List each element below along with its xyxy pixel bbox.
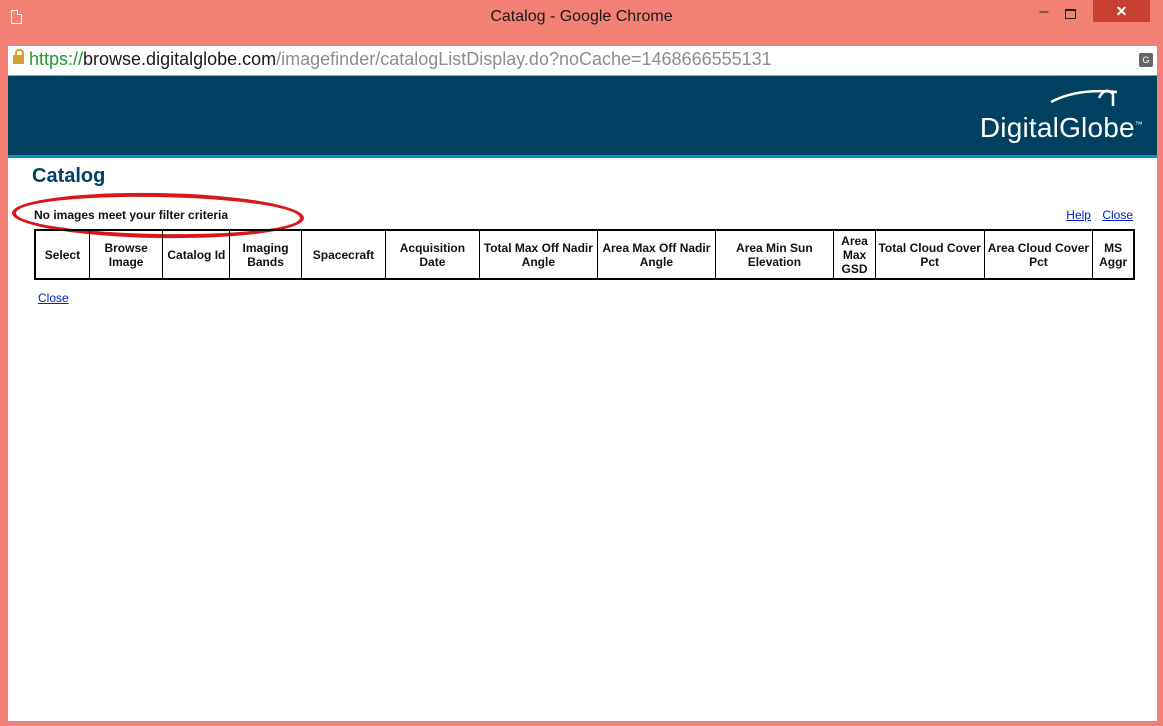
table-header-row: Select Browse Image Catalog Id Imaging B… xyxy=(34,229,1135,280)
column-header-total-max-off-nadir-angle[interactable]: Total Max Off Nadir Angle xyxy=(478,229,599,280)
column-header-spacecraft[interactable]: Spacecraft xyxy=(300,229,387,280)
bottom-close-link[interactable]: Close xyxy=(38,291,69,305)
column-header-imaging-bands[interactable]: Imaging Bands xyxy=(229,229,302,280)
close-link[interactable]: Close xyxy=(1102,208,1133,222)
column-header-ms-aggr[interactable]: MS Aggr xyxy=(1092,229,1135,280)
top-links: Help Close xyxy=(1058,208,1133,222)
column-header-area-max-gsd[interactable]: Area Max GSD xyxy=(833,229,876,280)
window-titlebar: Catalog - Google Chrome – ✕ xyxy=(0,0,1163,38)
column-header-area-max-off-nadir-angle[interactable]: Area Max Off Nadir Angle xyxy=(597,229,716,280)
column-header-total-cloud-cover-pct[interactable]: Total Cloud Cover Pct xyxy=(874,229,985,280)
site-banner: DigitalGlobe™ xyxy=(8,76,1157,158)
minimize-button[interactable]: – xyxy=(1032,0,1056,28)
logo-swoosh-icon xyxy=(1050,89,1118,106)
column-header-area-min-sun-elevation[interactable]: Area Min Sun Elevation xyxy=(714,229,835,280)
column-header-area-cloud-cover-pct[interactable]: Area Cloud Cover Pct xyxy=(983,229,1094,280)
help-link[interactable]: Help xyxy=(1066,208,1091,222)
url-scheme: https:// xyxy=(29,49,84,69)
translate-icon[interactable]: G xyxy=(1139,53,1153,67)
digitalglobe-logo: DigitalGlobe™ xyxy=(979,112,1143,143)
maximize-button[interactable] xyxy=(1058,0,1082,28)
page-viewport: DigitalGlobe™ Catalog No images meet you… xyxy=(8,76,1157,721)
address-bar[interactable]: https://browse.digitalglobe.com/imagefin… xyxy=(8,46,1157,75)
page-title: Catalog xyxy=(32,165,106,187)
url-host: browse.digitalglobe.com xyxy=(83,49,277,69)
url-path: /imagefinder/catalogListDisplay.do?noCac… xyxy=(276,49,772,69)
close-window-button[interactable]: ✕ xyxy=(1093,0,1150,22)
window-title: Catalog - Google Chrome xyxy=(490,8,673,25)
url-text[interactable]: https://browse.digitalglobe.com/imagefin… xyxy=(29,49,772,70)
column-header-acquisition-date[interactable]: Acquisition Date xyxy=(385,229,480,280)
catalog-table: Select Browse Image Catalog Id Imaging B… xyxy=(34,229,1135,280)
column-header-browse-image[interactable]: Browse Image xyxy=(88,229,164,280)
column-header-catalog-id[interactable]: Catalog Id xyxy=(162,229,231,280)
maximize-icon xyxy=(1064,9,1076,19)
column-header-select[interactable]: Select xyxy=(34,229,90,280)
lock-icon xyxy=(13,49,24,64)
